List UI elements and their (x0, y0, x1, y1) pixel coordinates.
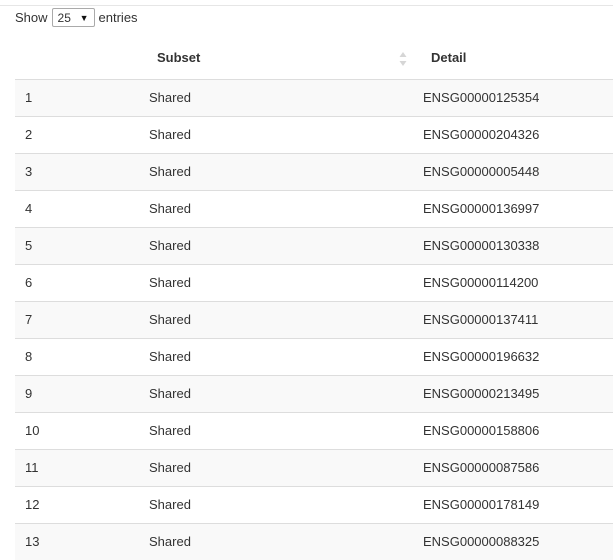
subset-cell: Shared (149, 497, 191, 512)
entries-per-page-select[interactable]: 25 ▼ (51, 8, 95, 27)
entries-length-control: Show 25 ▼ entries (15, 7, 138, 28)
subset-cell: Shared (149, 423, 191, 438)
row-index-cell: 7 (25, 312, 33, 327)
length-prefix-label: Show (15, 10, 48, 25)
top-divider (0, 5, 613, 6)
detail-cell: ENSG00000005448 (423, 164, 540, 179)
detail-cell: ENSG00000130338 (423, 238, 540, 253)
column-header-subset[interactable]: Subset (157, 40, 200, 78)
detail-cell: ENSG00000114200 (423, 275, 539, 290)
detail-cell: ENSG00000213495 (423, 386, 540, 401)
table-row: 1 Shared ENSG00000125354 (15, 79, 613, 116)
subset-cell: Shared (149, 460, 191, 475)
length-suffix-label: entries (98, 10, 138, 25)
subset-cell: Shared (149, 312, 191, 327)
detail-cell: ENSG00000178149 (423, 497, 540, 512)
subset-cell: Shared (149, 201, 191, 216)
table-row: 6 Shared ENSG00000114200 (15, 264, 613, 301)
table-row: 13 Shared ENSG00000088325 (15, 523, 613, 560)
table-row: 3 Shared ENSG00000005448 (15, 153, 613, 190)
row-index-cell: 9 (25, 386, 33, 401)
table-row: 9 Shared ENSG00000213495 (15, 375, 613, 412)
data-table: Subset Detail 1 Shared ENSG00000125354 2… (15, 40, 613, 560)
row-index-cell: 5 (25, 238, 33, 253)
detail-cell: ENSG00000125354 (423, 90, 540, 105)
row-index-cell: 1 (25, 90, 33, 105)
table-row: 12 Shared ENSG00000178149 (15, 486, 613, 523)
subset-cell: Shared (149, 534, 191, 549)
row-index-cell: 11 (25, 460, 39, 475)
column-header-detail[interactable]: Detail (431, 40, 466, 78)
detail-cell: ENSG00000088325 (423, 534, 540, 549)
subset-cell: Shared (149, 164, 191, 179)
subset-cell: Shared (149, 349, 191, 364)
entries-per-page-value: 25 (57, 10, 71, 25)
table-header: Subset Detail (15, 40, 613, 79)
subset-cell: Shared (149, 275, 191, 290)
subset-cell: Shared (149, 386, 191, 401)
table-row: 4 Shared ENSG00000136997 (15, 190, 613, 227)
row-index-cell: 6 (25, 275, 33, 290)
table-body: 1 Shared ENSG00000125354 2 Shared ENSG00… (15, 79, 613, 560)
row-index-cell: 3 (25, 164, 33, 179)
row-index-cell: 4 (25, 201, 33, 216)
detail-cell: ENSG00000204326 (423, 127, 540, 142)
subset-cell: Shared (149, 90, 191, 105)
row-index-cell: 13 (25, 534, 40, 549)
detail-cell: ENSG00000087586 (423, 460, 540, 475)
detail-cell: ENSG00000196632 (423, 349, 540, 364)
table-row: 2 Shared ENSG00000204326 (15, 116, 613, 153)
subset-cell: Shared (149, 127, 191, 142)
table-row: 8 Shared ENSG00000196632 (15, 338, 613, 375)
sort-both-icon[interactable] (399, 51, 407, 67)
detail-cell: ENSG00000137411 (423, 312, 539, 327)
table-row: 11 Shared ENSG00000087586 (15, 449, 613, 486)
table-row: 7 Shared ENSG00000137411 (15, 301, 613, 338)
table-row: 5 Shared ENSG00000130338 (15, 227, 613, 264)
row-index-cell: 8 (25, 349, 33, 364)
table-row: 10 Shared ENSG00000158806 (15, 412, 613, 449)
chevron-down-icon: ▼ (79, 12, 89, 23)
subset-cell: Shared (149, 238, 191, 253)
row-index-cell: 2 (25, 127, 33, 142)
detail-cell: ENSG00000136997 (423, 201, 540, 216)
row-index-cell: 10 (25, 423, 40, 438)
row-index-cell: 12 (25, 497, 40, 512)
detail-cell: ENSG00000158806 (423, 423, 540, 438)
